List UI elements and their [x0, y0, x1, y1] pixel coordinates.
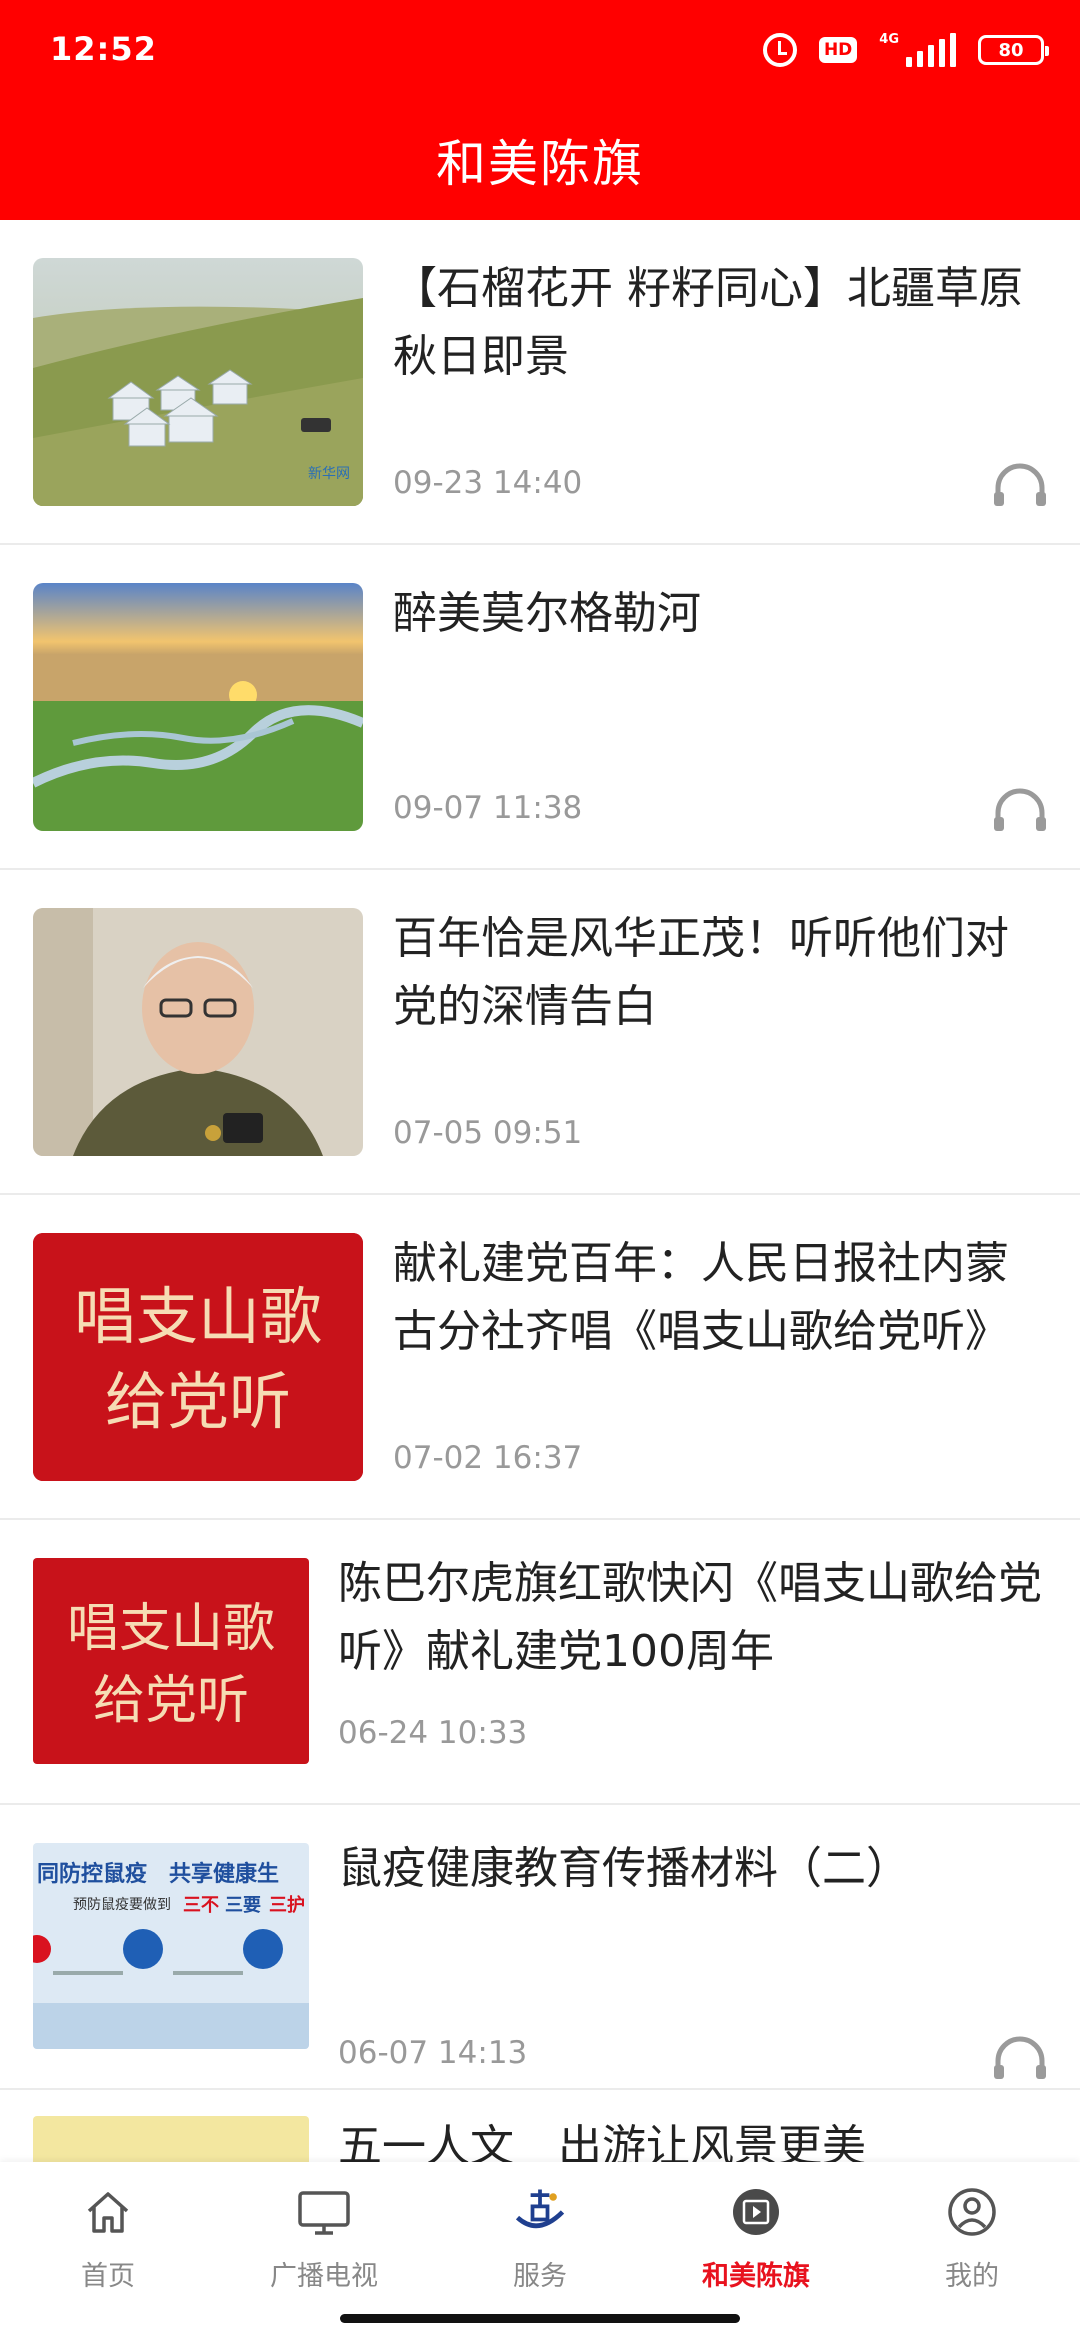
svg-text:三不: 三不 — [183, 1895, 219, 1916]
svg-text:预防鼠疫要做到: 预防鼠疫要做到 — [73, 1897, 171, 1913]
article-title: 百年恰是风华正茂！听听他们对党的深情告白 — [393, 913, 1009, 1032]
article-title: 【石榴花开 籽籽同心】北疆草原秋日即景 — [393, 263, 1023, 382]
service-logo-icon — [510, 2182, 570, 2242]
hd-icon: HD — [818, 37, 858, 63]
home-indicator[interactable] — [340, 2314, 740, 2323]
profile-icon — [942, 2182, 1002, 2242]
list-item[interactable]: 唱支山歌 给党听 献礼建党百年：人民日报社内蒙古分社齐唱《唱支山歌给党听》 07… — [0, 1195, 1080, 1520]
article-title: 醉美莫尔格勒河 — [393, 588, 701, 639]
tab-label: 服务 — [513, 2261, 567, 2292]
headphone-icon[interactable] — [992, 785, 1048, 833]
tab-label: 和美陈旗 — [702, 2261, 810, 2292]
list-item[interactable]: 醉美莫尔格勒河 09-07 11:38 — [0, 545, 1080, 870]
list-item[interactable]: 新华网 【石榴花开 籽籽同心】北疆草原秋日即景 09-23 14:40 — [0, 220, 1080, 545]
tab-hemei-chenqi[interactable]: 和美陈旗 — [648, 2162, 864, 2312]
article-time: 09-23 14:40 — [393, 465, 583, 501]
list-item[interactable]: 同防控鼠疫 共享健康生 预防鼠疫要做到 三不 三要 三护 鼠疫健康教育传播材料（… — [0, 1805, 1080, 2090]
article-time: 06-24 10:33 — [338, 1715, 528, 1751]
svg-text:给党听: 给党听 — [93, 1671, 249, 1731]
article-time: 06-07 14:13 — [338, 2035, 528, 2071]
article-thumbnail: 同防控鼠疫 共享健康生 预防鼠疫要做到 三不 三要 三护 — [33, 1843, 309, 2049]
article-time: 07-02 16:37 — [393, 1440, 583, 1476]
article-thumbnail — [33, 583, 363, 831]
tab-broadcast[interactable]: 广播电视 — [216, 2162, 432, 2312]
network-type: 4G — [879, 32, 899, 47]
svg-text:三护: 三护 — [269, 1894, 305, 1916]
headphone-icon[interactable] — [992, 460, 1048, 508]
svg-text:唱支山歌: 唱支山歌 — [74, 1280, 322, 1353]
article-title: 鼠疫健康教育传播材料（二） — [338, 1843, 910, 1894]
news-feed[interactable]: 新华网 【石榴花开 籽籽同心】北疆草原秋日即景 09-23 14:40 醉美莫尔… — [0, 220, 1080, 2162]
headphone-icon[interactable] — [992, 2033, 1048, 2081]
video-icon — [726, 2182, 786, 2242]
tab-label: 广播电视 — [270, 2261, 378, 2292]
tab-service[interactable]: 服务 — [432, 2162, 648, 2312]
tab-home[interactable]: 首页 — [0, 2162, 216, 2312]
status-bar: 12:52 HD 4G 80 — [0, 0, 1080, 100]
article-time: 09-07 11:38 — [393, 790, 583, 826]
tab-label: 我的 — [945, 2261, 999, 2292]
article-title: 五一人文 出游让风景更美 — [338, 2121, 866, 2162]
battery-icon: 80 — [978, 35, 1049, 65]
svg-text:同防控鼠疫 共享健康生: 同防控鼠疫 共享健康生 — [37, 1861, 279, 1887]
article-time: 07-05 09:51 — [393, 1115, 583, 1151]
list-item[interactable]: 唱支山歌 给党听 陈巴尔虎旗红歌快闪《唱支山歌给党听》献礼建党100周年 06-… — [0, 1520, 1080, 1805]
tab-label: 首页 — [81, 2261, 135, 2292]
svg-text:唱支山歌: 唱支山歌 — [67, 1599, 275, 1659]
tab-profile[interactable]: 我的 — [864, 2162, 1080, 2312]
page-title: 和美陈旗 — [436, 135, 644, 193]
status-time: 12:52 — [50, 30, 157, 68]
article-thumbnail: 唱支山歌 给党听 — [33, 1233, 363, 1481]
alarm-icon — [762, 33, 797, 67]
tv-icon — [294, 2182, 354, 2242]
article-thumbnail: 唱支山歌 给党听 — [33, 1558, 309, 1764]
article-thumbnail — [33, 908, 363, 1156]
svg-text:给党听: 给党听 — [105, 1365, 291, 1438]
article-thumbnail: 新华网 — [33, 258, 363, 506]
svg-text:三要: 三要 — [225, 1895, 261, 1916]
status-icons: HD 4G 80 — [762, 30, 1049, 70]
article-title: 陈巴尔虎旗红歌快闪《唱支山歌给党听》献礼建党100周年 — [338, 1558, 1042, 1677]
home-icon — [78, 2182, 138, 2242]
battery-level: 80 — [998, 39, 1024, 61]
article-thumbnail — [33, 2116, 309, 2162]
app-header: 和美陈旗 — [0, 100, 1080, 220]
list-item[interactable]: 百年恰是风华正茂！听听他们对党的深情告白 07-05 09:51 — [0, 870, 1080, 1195]
image-caption: 新华网 — [308, 466, 350, 482]
list-item[interactable]: 五一人文 出游让风景更美 — [0, 2090, 1080, 2162]
article-title: 献礼建党百年：人民日报社内蒙古分社齐唱《唱支山歌给党听》 — [393, 1238, 1009, 1357]
signal-icon: 4G — [879, 33, 956, 67]
